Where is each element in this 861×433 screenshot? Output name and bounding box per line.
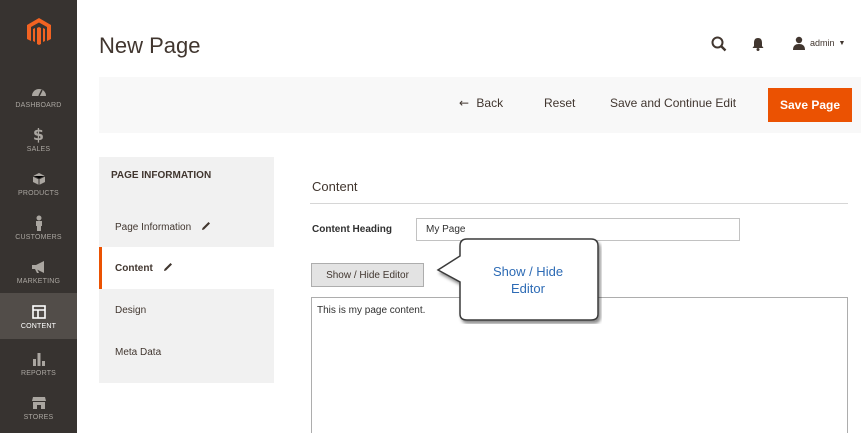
nav-item-sales[interactable]: $ Sales bbox=[0, 117, 77, 161]
nav-item-label: Dashboard bbox=[15, 101, 62, 109]
callout-line-1: Show / Hide bbox=[492, 264, 564, 279]
callout-line-2: Editor bbox=[511, 281, 545, 296]
reset-button[interactable]: Reset bbox=[544, 96, 575, 110]
pencil-icon bbox=[163, 262, 173, 275]
tab-design[interactable]: Design bbox=[99, 289, 274, 331]
bell-icon[interactable] bbox=[751, 36, 765, 52]
tabs-title: PAGE INFORMATION bbox=[111, 170, 212, 181]
section-title: Content bbox=[312, 179, 358, 194]
tab-content[interactable]: Content bbox=[99, 247, 275, 289]
arrow-left-icon: ← bbox=[459, 96, 470, 110]
save-and-continue-button[interactable]: Save and Continue Edit bbox=[610, 96, 736, 110]
page-actions-toolbar: ← Back Reset Save and Continue Edit Save… bbox=[99, 77, 861, 133]
tab-label: Content bbox=[115, 262, 153, 274]
nav-item-label: Reports bbox=[20, 369, 57, 377]
person-icon bbox=[34, 214, 44, 232]
tab-label: Design bbox=[115, 304, 147, 316]
nav-item-content[interactable]: Content bbox=[0, 293, 77, 339]
section-divider bbox=[310, 203, 848, 204]
tab-page-information[interactable]: Page Information bbox=[99, 206, 274, 248]
magento-logo[interactable] bbox=[0, 0, 77, 64]
search-icon[interactable] bbox=[710, 35, 728, 53]
back-button-label: Back bbox=[476, 96, 504, 110]
tab-meta-data[interactable]: Meta Data bbox=[99, 331, 274, 373]
nav-item-products[interactable]: Products bbox=[0, 161, 77, 205]
nav-item-customers[interactable]: Customers bbox=[0, 205, 77, 249]
chevron-down-icon: ▼ bbox=[838, 39, 846, 47]
editor-text: This is my page content. bbox=[317, 305, 426, 316]
nav-item-label: Sales bbox=[26, 145, 51, 153]
user-menu[interactable]: admin ▼ bbox=[792, 34, 845, 52]
admin-menu: Dashboard $ Sales Products Customers Mar… bbox=[0, 0, 77, 433]
dollar-icon: $ bbox=[32, 125, 45, 144]
nav-item-reports[interactable]: Reports bbox=[0, 341, 77, 385]
page-tabs: PAGE INFORMATION Page Information Conten… bbox=[99, 157, 275, 383]
nav-item-label: Marketing bbox=[16, 277, 61, 285]
tab-label: Meta Data bbox=[115, 346, 162, 358]
nav-item-dashboard[interactable]: Dashboard bbox=[0, 73, 77, 117]
pencil-icon bbox=[201, 221, 211, 234]
nav-item-label: Customers bbox=[15, 233, 62, 241]
content-heading-label: Content Heading bbox=[312, 224, 392, 235]
nav-item-marketing[interactable]: Marketing bbox=[0, 249, 77, 293]
nav-item-label: Content bbox=[20, 322, 57, 330]
save-page-button[interactable]: Save Page bbox=[768, 88, 852, 122]
bar-chart-icon bbox=[32, 350, 46, 368]
layout-icon bbox=[31, 303, 46, 321]
nav-item-stores[interactable]: Stores bbox=[0, 385, 77, 429]
nav-item-label: Stores bbox=[23, 413, 54, 421]
box-icon bbox=[32, 170, 46, 188]
page-title: New Page bbox=[99, 33, 201, 58]
user-icon bbox=[793, 36, 805, 50]
megaphone-icon bbox=[31, 258, 47, 276]
storefront-icon bbox=[31, 394, 47, 412]
dashboard-icon bbox=[31, 82, 47, 100]
callout-text: Show / Hide Editor bbox=[459, 263, 597, 297]
back-button[interactable]: ← Back bbox=[459, 96, 503, 110]
tab-label: Page Information bbox=[115, 221, 192, 233]
magento-logo-icon bbox=[26, 18, 51, 45]
user-name: admin bbox=[810, 38, 835, 48]
show-hide-editor-button[interactable]: Show / Hide Editor bbox=[311, 263, 424, 287]
nav-item-label: Products bbox=[18, 189, 59, 197]
